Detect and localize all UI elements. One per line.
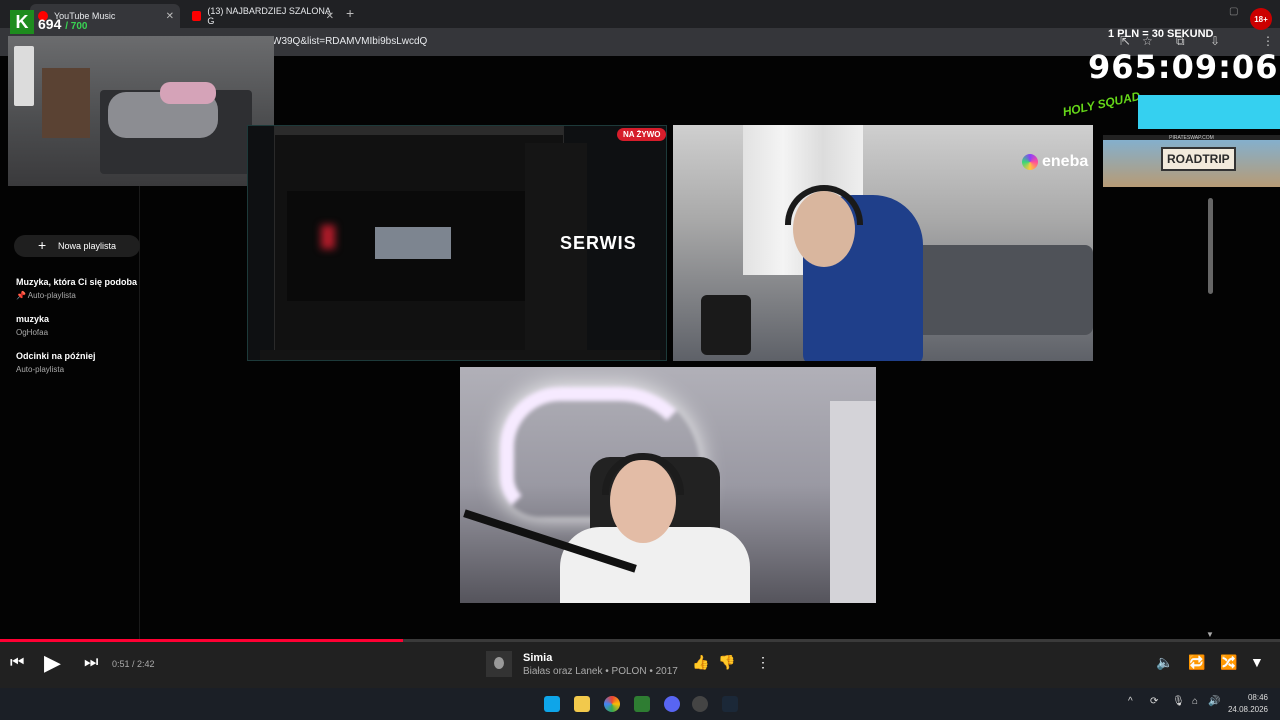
chrome-icon[interactable] <box>604 696 620 712</box>
camera-streamer-2 <box>460 367 876 603</box>
pillow <box>160 82 216 104</box>
screen-titlebar <box>275 127 563 135</box>
scrollbar[interactable] <box>1200 188 1218 644</box>
volume-icon[interactable]: 🔈 <box>1156 654 1173 671</box>
playlist-item-muzyka[interactable]: muzyka OgHofaa <box>16 314 49 337</box>
camera-bedroom <box>8 36 274 186</box>
timer-rate: 1 PLN = 30 SEKUND <box>1108 28 1214 40</box>
spreadsheet-icon[interactable] <box>634 696 650 712</box>
promo-top-label: PIRATESWAP.COM <box>1103 135 1280 141</box>
song-artist[interactable]: Białas oraz Lanek • POLON • 2017 <box>523 666 678 677</box>
promo-image: PIRATESWAP.COM ROADTRIP <box>1103 135 1280 187</box>
screen-browser-window <box>274 126 587 355</box>
youtube-icon <box>192 11 202 21</box>
subathon-timer: 965:09:06 <box>1088 48 1279 86</box>
playlist-item-liked[interactable]: Muzyka, która Ci się podoba 📌 Auto-playl… <box>16 277 137 300</box>
like-icon[interactable]: 👍 <box>692 654 709 671</box>
new-playlist-button[interactable]: + Nowa playlista <box>14 235 140 257</box>
taskbar-date[interactable]: 24.08.2026 <box>1216 705 1268 714</box>
album-art[interactable] <box>486 651 512 677</box>
file-explorer-icon[interactable] <box>574 696 590 712</box>
scrollbar-thumb[interactable] <box>1208 198 1213 294</box>
shuffle-icon[interactable]: 🔀 <box>1220 654 1237 671</box>
tray-network-icon[interactable]: ⌂ <box>1192 696 1198 707</box>
tray-mic-icon[interactable]: 🎙 <box>1172 696 1185 707</box>
playlist-item-watch-later[interactable]: Odcinki na później Auto-playlista <box>16 351 96 374</box>
discord-icon[interactable] <box>664 696 680 712</box>
live-badge: NA ŻYWO <box>617 128 667 141</box>
previous-track-icon[interactable]: ⏮ <box>10 654 24 672</box>
door <box>830 401 876 603</box>
age-rating-badge: 18+ <box>1250 8 1272 30</box>
lamp <box>14 46 34 106</box>
play-icon[interactable]: ▶ <box>44 650 61 676</box>
screen-taskbar <box>260 350 660 360</box>
windows-start-icon[interactable] <box>544 696 560 712</box>
microphone-icon <box>701 295 751 355</box>
eneba-logo-icon <box>1022 154 1038 170</box>
dresser <box>42 68 90 138</box>
playback-time: 0:51 / 2:42 <box>112 659 155 669</box>
plus-icon: + <box>38 237 47 253</box>
kick-logo: K <box>10 10 34 34</box>
repeat-icon[interactable]: 🔁 <box>1188 654 1205 671</box>
song-title[interactable]: Simia <box>523 652 552 664</box>
screen-thumbnail <box>375 227 451 259</box>
pin-icon: 📌 <box>16 291 26 300</box>
tray-sync-icon[interactable]: ⟳ <box>1150 696 1158 707</box>
app-icon[interactable] <box>692 696 708 712</box>
url-field[interactable]: W39Q&list=RDAMVMIbi9bsLwcdQ <box>272 36 427 47</box>
tray-chevron-icon[interactable]: ^ <box>1128 696 1133 707</box>
player-bar: ⏮ ▶ ⏭ 0:51 / 2:42 Simia Białas oraz Lane… <box>0 642 1280 688</box>
minimize-icon[interactable]: ▢ <box>1229 6 1238 17</box>
close-tab-icon[interactable]: ✕ <box>326 11 334 22</box>
steam-icon[interactable] <box>722 696 738 712</box>
screen-red-light <box>321 225 335 249</box>
taskbar-clock[interactable]: 08:46 <box>1224 693 1268 702</box>
tab-video[interactable]: (13) NAJBARDZIEJ SZALONA G ✕ <box>184 4 340 28</box>
expand-queue-icon[interactable]: ▼ <box>1250 654 1264 670</box>
dislike-icon[interactable]: 👎 <box>718 654 735 671</box>
stream-title-word: SERWIS <box>560 233 637 253</box>
close-tab-icon[interactable]: ✕ <box>166 11 174 22</box>
scroll-down-icon[interactable]: ▼ <box>1206 630 1214 639</box>
sub-counter: 694 / 700 <box>38 16 88 32</box>
new-tab-button[interactable]: + <box>346 5 354 21</box>
windows-taskbar: ^ ⟳ 🎙 ⌂ 🔊 08:46 24.08.2026 <box>0 688 1280 720</box>
more-options-icon[interactable]: ⋮ <box>756 654 770 671</box>
sponsor-logo: eneba <box>1022 153 1088 171</box>
overlay-banner <box>1138 95 1280 129</box>
kebab-menu-icon[interactable]: ⋮ <box>1262 34 1274 48</box>
next-track-icon[interactable]: ⏭ <box>84 654 98 672</box>
promo-title: ROADTRIP <box>1161 147 1236 171</box>
browser-tabstrip: YouTube Music ✕ (13) NAJBARDZIEJ SZALONA… <box>0 0 1280 28</box>
